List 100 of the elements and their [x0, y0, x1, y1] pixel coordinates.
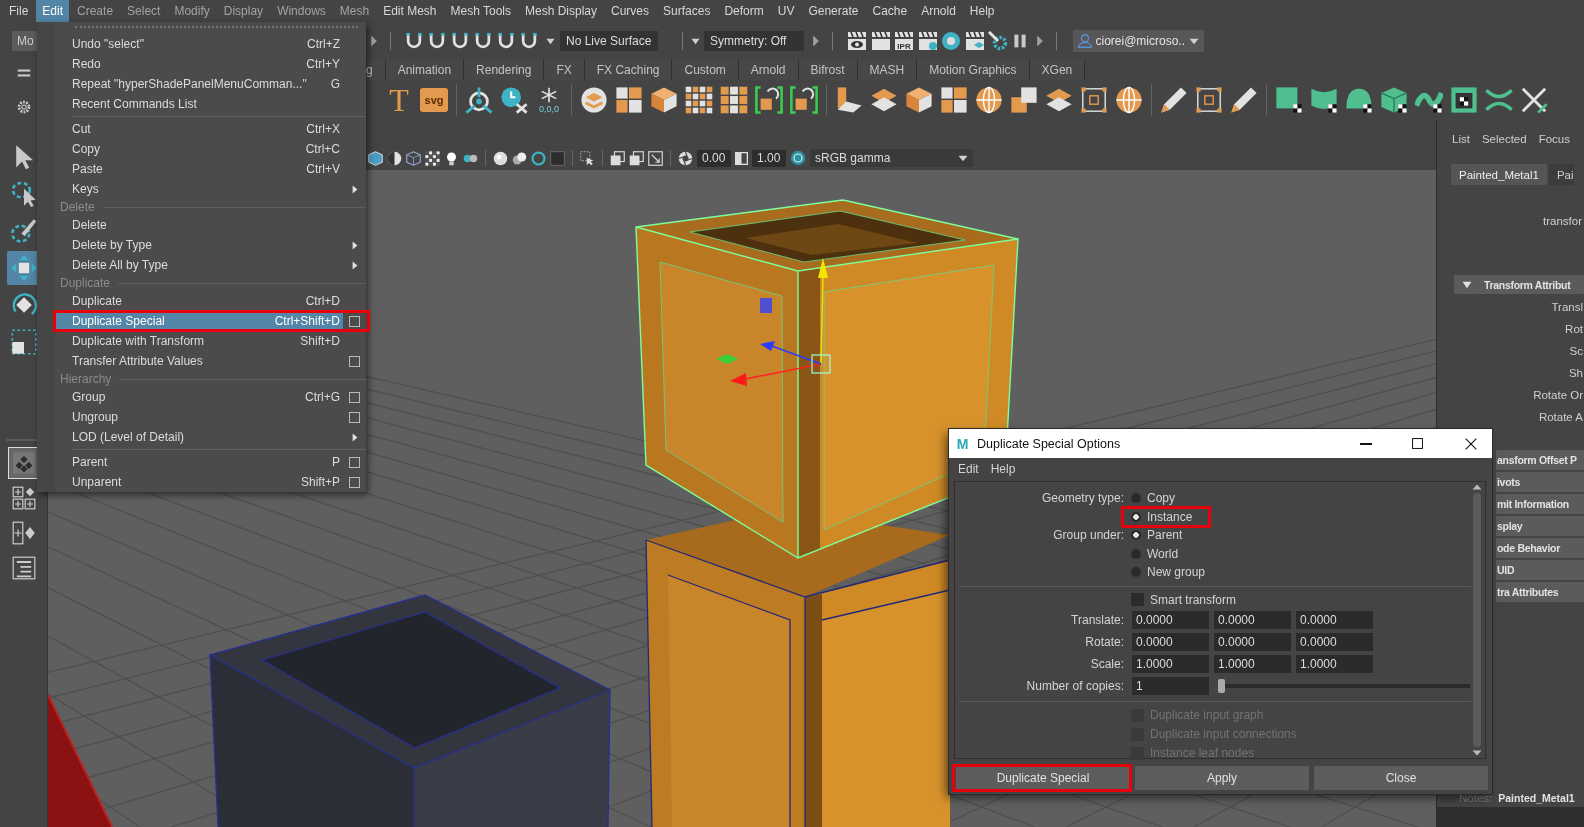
option-box[interactable]: [349, 476, 360, 488]
number-field[interactable]: 0.0000: [1296, 610, 1373, 629]
tab[interactable]: Painted_Metal1: [1451, 164, 1547, 185]
section-header[interactable]: splay: [1496, 516, 1584, 536]
bracket-icon[interactable]: [790, 86, 818, 114]
radio-option[interactable]: Instance: [1121, 505, 1212, 528]
menu-item[interactable]: Paste Ctrl+V: [55, 159, 366, 179]
settings-icon[interactable]: [17, 100, 31, 114]
number-field[interactable]: 0.0000: [1132, 610, 1209, 629]
scroll-up-icon[interactable]: [1472, 484, 1482, 490]
live-surface-field[interactable]: No Live Surface: [560, 31, 658, 51]
number-field[interactable]: 0.0000: [1214, 610, 1291, 629]
magnet-icon[interactable]: [474, 32, 492, 50]
section-header[interactable]: tra Attributes: [1496, 582, 1584, 602]
cube-icon[interactable]: [650, 86, 678, 114]
expand-icon[interactable]: [648, 150, 663, 166]
menu-bar-item[interactable]: Mesh Tools: [444, 0, 517, 22]
menu-bar-item[interactable]: Create: [71, 0, 120, 22]
layers-icon[interactable]: [580, 86, 608, 114]
menu-item[interactable]: Selected: [1481, 133, 1527, 145]
number-field[interactable]: 0.0000: [1296, 632, 1373, 651]
caret-icon[interactable]: [691, 36, 700, 46]
magnet-icon[interactable]: [520, 32, 538, 50]
cube-icon[interactable]: [1380, 86, 1408, 114]
circle-icon[interactable]: [790, 150, 806, 166]
cube-icon[interactable]: [368, 150, 383, 166]
menu-bar-item[interactable]: Curves: [605, 0, 656, 22]
option-box[interactable]: [349, 355, 360, 367]
crosshair-icon[interactable]: [465, 86, 493, 114]
dialog-button[interactable]: Apply: [1135, 766, 1309, 790]
menu-bar-item[interactable]: Mesh Display: [519, 0, 604, 22]
text-tool-button[interactable]: T: [383, 83, 415, 117]
aperture-icon[interactable]: [678, 150, 693, 166]
menu-item[interactable]: Duplicate Ctrl+D: [55, 291, 366, 311]
section-header[interactable]: UID: [1496, 560, 1584, 580]
light-bulb-icon[interactable]: [444, 150, 459, 166]
section-header[interactable]: ode Behavior: [1496, 538, 1584, 558]
squares-icon[interactable]: [610, 150, 625, 166]
grid-icon[interactable]: [720, 86, 748, 114]
pen-icon[interactable]: [1230, 86, 1258, 114]
ring-icon[interactable]: [531, 150, 546, 166]
menu-item[interactable]: Delete All by Type: [55, 255, 366, 275]
menu-item[interactable]: LOD (Level of Detail): [55, 427, 366, 447]
menu-item[interactable]: Redo Ctrl+Y: [55, 54, 366, 74]
dialog-button[interactable]: Duplicate Special: [956, 766, 1130, 790]
svg-tool-button[interactable]: svg: [420, 88, 448, 112]
spheres-icon[interactable]: [512, 150, 527, 166]
curves-icon[interactable]: [1485, 86, 1513, 114]
magnet-icon[interactable]: [428, 32, 446, 50]
menu-bar-item[interactable]: Generate: [802, 0, 865, 22]
cube-icon[interactable]: [905, 86, 933, 114]
magnet-icon[interactable]: [497, 32, 515, 50]
notes-field[interactable]: [1437, 807, 1584, 827]
frame-icon[interactable]: [1195, 86, 1223, 114]
menu-bar-item[interactable]: Select: [121, 0, 167, 22]
option-box[interactable]: [349, 391, 360, 403]
frame-icon[interactable]: [1080, 86, 1108, 114]
menu-item[interactable]: Ungroup: [55, 407, 366, 427]
option-box[interactable]: [349, 456, 360, 468]
tear-off-handle[interactable]: [75, 26, 358, 30]
option-box[interactable]: [349, 315, 360, 327]
menu-bar-item[interactable]: Display: [217, 0, 270, 22]
expand-arrow-icon[interactable]: [812, 35, 820, 47]
user-account-dropdown[interactable]: ciorei@microso..: [1072, 30, 1205, 52]
l-shape-icon[interactable]: [835, 86, 863, 114]
half-circle-icon[interactable]: [387, 150, 402, 166]
menu-item[interactable]: Parent P: [55, 452, 366, 472]
checker-tile-icon[interactable]: [1275, 86, 1303, 114]
tiles-icon[interactable]: [615, 86, 643, 114]
menu-item[interactable]: Cut Ctrl+X: [55, 119, 366, 139]
maximize-icon[interactable]: [1412, 438, 1423, 449]
menu-item[interactable]: Undo "select" Ctrl+Z: [55, 34, 366, 54]
menu-item[interactable]: Help: [984, 462, 1022, 476]
tiles-icon[interactable]: [940, 86, 968, 114]
contrast-icon[interactable]: [735, 151, 748, 165]
squares-icon[interactable]: [1010, 86, 1038, 114]
radio-option[interactable]: World: [1131, 546, 1179, 561]
scroll-down-icon[interactable]: [1472, 750, 1482, 756]
menu-item[interactable]: Copy Ctrl+C: [55, 139, 366, 159]
menu-item[interactable]: Recent Commands List: [55, 94, 366, 114]
menu-item[interactable]: List: [1452, 133, 1470, 145]
screen-icon[interactable]: [1450, 86, 1478, 114]
menu-bar-item[interactable]: Edit: [36, 0, 70, 22]
menu-bar-item[interactable]: File: [3, 0, 35, 22]
squares-icon[interactable]: [629, 150, 644, 166]
magnet-icon[interactable]: [451, 32, 469, 50]
caret-icon[interactable]: [546, 36, 555, 46]
sphere-icon[interactable]: [975, 86, 1003, 114]
dome-icon[interactable]: [1345, 86, 1373, 114]
planes-icon[interactable]: [870, 86, 898, 114]
menu-item[interactable]: Transfer Attribute Values: [55, 351, 366, 371]
color-space-dropdown[interactable]: sRGB gamma: [810, 149, 973, 167]
cross-icon[interactable]: [1520, 86, 1548, 114]
menu-bar-item[interactable]: Cache: [866, 0, 914, 22]
expand-arrow-icon[interactable]: [1035, 35, 1044, 47]
pen-icon[interactable]: [1160, 86, 1188, 114]
marquee-icon[interactable]: [580, 150, 595, 166]
radio-option[interactable]: Copy: [1131, 491, 1175, 506]
sphere-icon[interactable]: [1115, 86, 1143, 114]
magnet-icon[interactable]: [405, 32, 423, 50]
